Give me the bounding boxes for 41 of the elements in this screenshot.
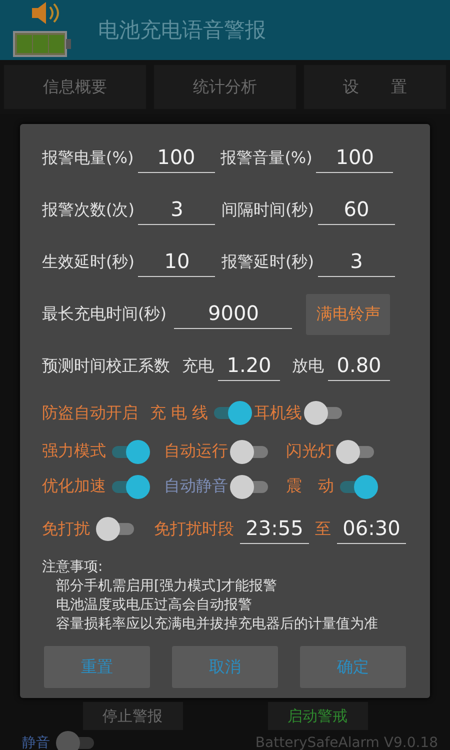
setting-label: 耳机线	[254, 402, 302, 424]
app-title: 电池充电语音警报	[98, 17, 266, 44]
action-button[interactable]: 启动警戒	[268, 702, 368, 730]
input-field[interactable]: 3	[318, 247, 395, 277]
field-label: 报警延时(秒)	[221, 252, 314, 272]
field-label: 放电	[292, 356, 324, 376]
field-label: 预测时间校正系数	[42, 356, 170, 376]
setting-label: 震 动	[286, 476, 334, 497]
input-field[interactable]: 100	[316, 143, 394, 173]
input-field[interactable]: 100	[138, 143, 215, 173]
input-field[interactable]: 0.80	[328, 351, 390, 381]
input-field[interactable]: 06:30	[337, 514, 406, 544]
note-text: 部分手机需启用[强力模式]才能报警	[55, 577, 278, 596]
field-label: 间隔时间(秒)	[221, 200, 314, 220]
setting-label: 至	[315, 518, 331, 540]
setting-label: 优化加速	[42, 476, 106, 497]
input-field[interactable]: 1.20	[218, 351, 280, 381]
setting-label: 免打扰时段	[154, 518, 234, 540]
note-text: 电池温度或电压过高会自动报警	[55, 596, 253, 615]
note-text: 容量损耗率应以充满电并拔掉充电器后的计量值为准	[55, 615, 379, 634]
field-label: 生效延时(秒)	[42, 252, 134, 272]
input-field[interactable]: 60	[318, 195, 395, 225]
input-field[interactable]: 9000	[174, 299, 292, 329]
setting-label: 防盗自动开启	[42, 402, 138, 424]
field-label: 报警电量(%)	[42, 148, 134, 168]
input-field[interactable]: 10	[138, 247, 216, 277]
field-label: 报警次数(次)	[42, 200, 134, 220]
field-label: 最长充电时间(秒)	[42, 304, 166, 324]
notes-title: 注意事项:	[42, 558, 104, 577]
setting-label: 强力模式	[42, 441, 106, 462]
setting-label: 自动静音	[164, 476, 228, 497]
setting-label: 自动运行	[164, 441, 228, 462]
field-label: 报警音量(%)	[220, 148, 312, 168]
field-label: 充电	[182, 356, 214, 376]
setting-label: 免打扰	[42, 518, 90, 540]
input-field[interactable]: 23:55	[240, 514, 309, 544]
mute-label: 静音	[22, 734, 50, 750]
version-text: BatterySafeAlarm V9.0.18	[255, 735, 438, 750]
input-field[interactable]: 3	[138, 195, 216, 225]
setting-label: 充 电 线	[150, 402, 208, 424]
setting-label: 闪光灯	[286, 441, 334, 462]
